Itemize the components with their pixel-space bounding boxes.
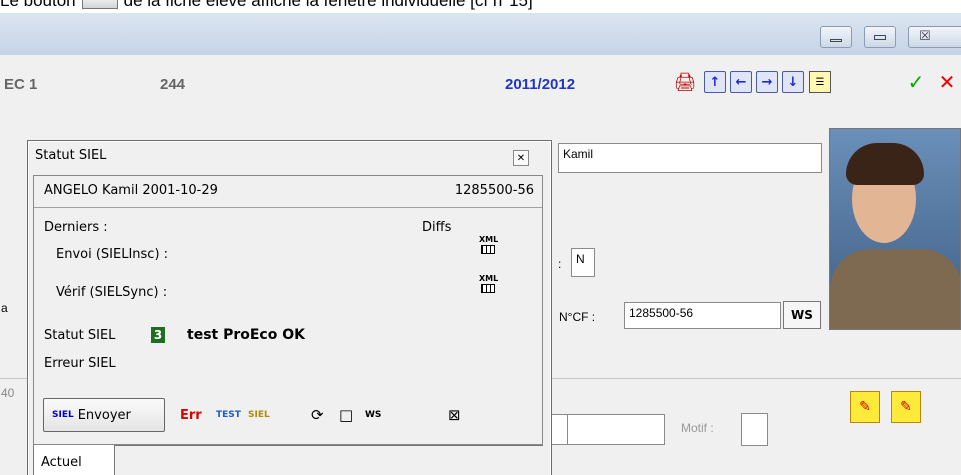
exit-icon[interactable]: ⊠	[448, 404, 461, 426]
tab-actuel-label: Actuel	[41, 455, 82, 470]
send-button-label: Envoyer	[77, 407, 131, 423]
cancel-x-icon[interactable]: ✕	[936, 70, 958, 94]
nav-right-icon[interactable]: →	[756, 71, 778, 93]
printer-icon[interactable]: 🖨	[674, 71, 697, 93]
envoi-label: Envoi (SIELInsc) :	[56, 247, 169, 262]
verif-label: Vérif (SIELSync) :	[56, 285, 168, 300]
motif-field[interactable]	[741, 413, 768, 446]
main-window: ☒ EC 1 244 2011/2012 🖨 ↑ ← → ↓ ☰ ✓ ✕ Kam…	[0, 13, 961, 475]
close-icon: ☒	[919, 29, 931, 44]
student-line: ANGELO Kamil 2001-10-29 1285500-56	[34, 176, 542, 208]
tab-bar: Actuel	[33, 445, 543, 475]
tab-actuel[interactable]: Actuel	[33, 445, 115, 475]
send-button[interactable]: SIEL Envoyer	[43, 398, 165, 432]
school-year: 2011/2012	[505, 76, 576, 93]
flag-value: N	[576, 252, 585, 266]
nav-down-icon[interactable]: ↓	[782, 71, 804, 93]
nav-up-icon[interactable]: ↑	[704, 71, 726, 93]
nav-left-icon[interactable]: ←	[730, 71, 752, 93]
xml-verif-icon[interactable]: XML	[479, 275, 498, 293]
derniers-label: Derniers :	[44, 220, 108, 235]
caption-before: Le bouton	[0, 0, 76, 10]
dialog-title: Statut SIEL	[35, 148, 107, 163]
flag-colon: :	[558, 257, 562, 271]
caption-after: de la fiche élève affiche la fenêtre ind…	[123, 0, 533, 10]
left-clipped-40: 40	[1, 386, 15, 400]
first-name-value: Kamil	[563, 147, 594, 161]
ncf-field[interactable]: 1285500-56	[624, 302, 781, 329]
class-label: EC 1	[4, 76, 38, 93]
refresh-icon[interactable]: ⟳	[311, 404, 324, 426]
diffs-label: Diffs	[422, 220, 452, 235]
close-icon: ✕	[516, 152, 526, 164]
close-button[interactable]: ☒	[908, 26, 961, 48]
minimize-button[interactable]	[820, 26, 852, 48]
motif-label: Motif :	[681, 421, 714, 435]
blank-page-icon[interactable]: □	[339, 404, 353, 426]
ncf-label: N°CF :	[559, 310, 596, 324]
caption: Le bouton de la fiche élève affiche la fe…	[0, 0, 961, 13]
minimize-icon	[830, 39, 842, 42]
ncf-value: 1285500-56	[629, 306, 694, 320]
field-middle[interactable]	[567, 414, 665, 445]
student-id: 1285500-56	[454, 183, 534, 198]
list-icon[interactable]: ☰	[809, 71, 831, 93]
title-bar: ☒	[0, 13, 961, 55]
document-icon-2[interactable]: ✎	[891, 391, 921, 423]
error-icon[interactable]: Err	[180, 404, 202, 426]
inline-button-icon	[81, 0, 118, 9]
confirm-check-icon[interactable]: ✓	[905, 70, 927, 94]
record-number: 244	[160, 76, 186, 93]
xml-envoi-icon[interactable]: XML	[479, 236, 498, 254]
test-upload-icon[interactable]: TEST	[216, 404, 241, 426]
ws-icon[interactable]: WS	[365, 404, 381, 426]
status-message: test ProEco OK	[187, 327, 305, 343]
dialog-close-button[interactable]: ✕	[513, 150, 529, 166]
status-badge: 3	[151, 327, 165, 343]
erreur-label: Erreur SIEL	[44, 356, 116, 371]
toolbar: EC 1 244 2011/2012 🖨 ↑ ← → ↓ ☰ ✓ ✕	[0, 55, 961, 103]
maximize-button[interactable]	[864, 26, 896, 48]
dialog-panel: ANGELO Kamil 2001-10-29 1285500-56 Derni…	[33, 175, 543, 445]
student-photo	[829, 128, 961, 330]
ws-button[interactable]: WS	[783, 301, 821, 329]
statut-label: Statut SIEL	[44, 328, 116, 343]
maximize-icon	[874, 35, 886, 40]
student-name: ANGELO Kamil 2001-10-29	[44, 183, 218, 198]
document-icon-1[interactable]: ✎	[850, 391, 880, 423]
siel-upload-icon: SIEL	[52, 410, 74, 420]
first-name-field[interactable]: Kamil	[558, 143, 822, 173]
left-clipped-a: a	[1, 301, 8, 315]
siel-status-dialog: Statut SIEL ✕ ANGELO Kamil 2001-10-29 12…	[27, 140, 552, 475]
flag-field[interactable]: N	[571, 248, 595, 277]
siel-download-icon[interactable]: SIEL	[248, 404, 270, 426]
